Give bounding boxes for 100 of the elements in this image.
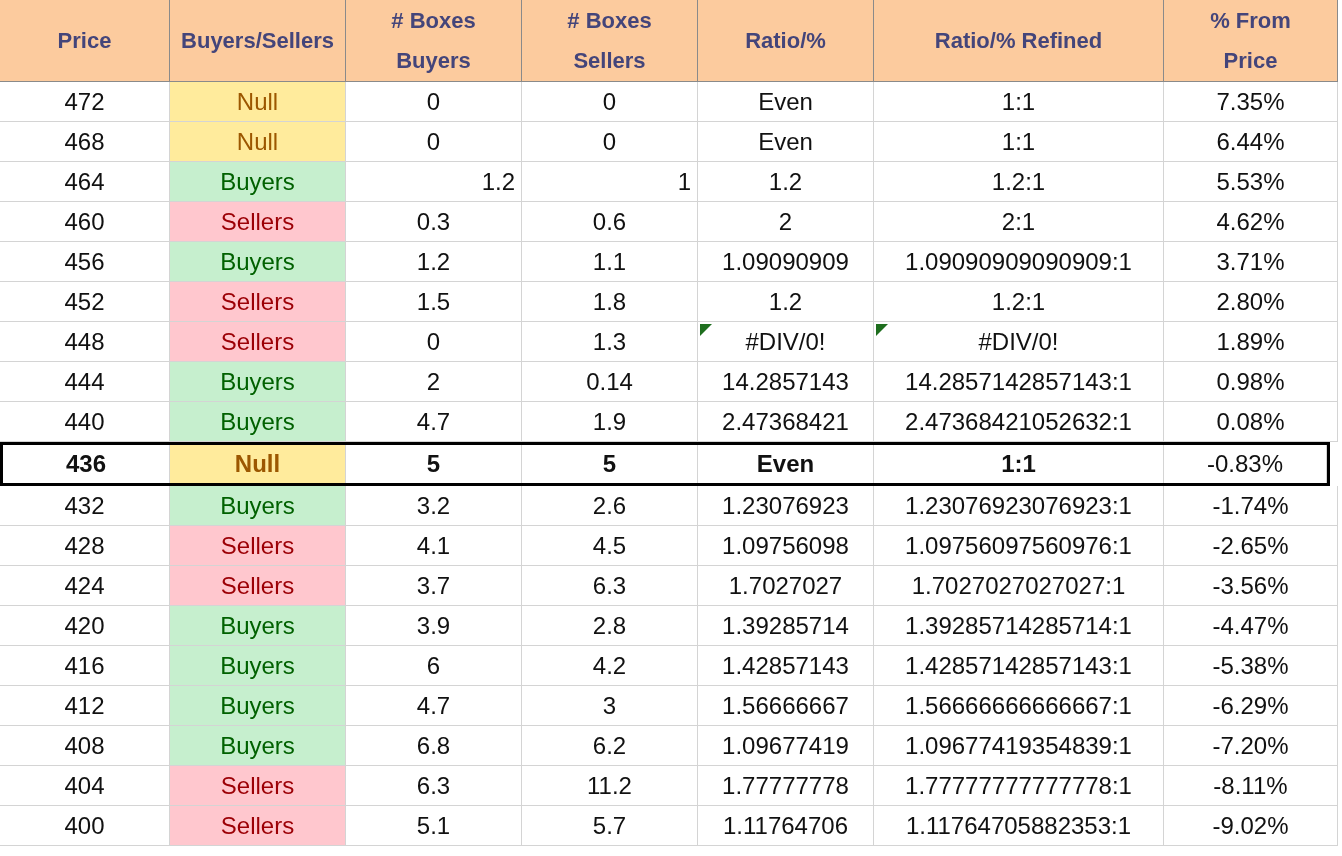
table-cell: -5.38% — [1164, 646, 1338, 686]
table-cell: -9.02% — [1164, 806, 1338, 846]
table-cell: 5 — [522, 445, 698, 483]
table-cell: 1.09677419 — [698, 726, 874, 766]
table-cell: Even — [698, 122, 874, 162]
table-cell: 5 — [346, 445, 522, 483]
table-cell: 1.77777778 — [698, 766, 874, 806]
table-cell: -7.20% — [1164, 726, 1338, 766]
status-cell: Buyers — [170, 726, 346, 766]
table-cell: 3.2 — [346, 486, 522, 526]
status-cell: Null — [170, 445, 346, 483]
table-cell: 6.44% — [1164, 122, 1338, 162]
table-cell: 1.09677419354839:1 — [874, 726, 1164, 766]
table-cell: 1.2 — [346, 242, 522, 282]
status-cell: Buyers — [170, 402, 346, 442]
table-cell: -0.83% — [1164, 445, 1327, 483]
table-cell: 4.7 — [346, 686, 522, 726]
table-cell: 3.9 — [346, 606, 522, 646]
table-cell: 5.53% — [1164, 162, 1338, 202]
table-cell: 1.2 — [698, 282, 874, 322]
table-cell: 1.42857142857143:1 — [874, 646, 1164, 686]
table-cell: 2 — [698, 202, 874, 242]
table-cell: 1:1 — [874, 122, 1164, 162]
table-cell: 2:1 — [874, 202, 1164, 242]
column-header: Ratio/% — [698, 0, 874, 82]
table-cell: 0 — [346, 82, 522, 122]
table-cell: #DIV/0! — [698, 322, 874, 362]
table-cell: 14.2857143 — [698, 362, 874, 402]
table-cell: 1.89% — [1164, 322, 1338, 362]
table-cell: 2.8 — [522, 606, 698, 646]
column-header: % From Price — [1164, 0, 1338, 82]
table-cell: 11.2 — [522, 766, 698, 806]
table-cell: 1.7027027027027:1 — [874, 566, 1164, 606]
table-cell: 1.3 — [522, 322, 698, 362]
table-cell: 1 — [522, 162, 698, 202]
table-cell: 3.71% — [1164, 242, 1338, 282]
table-cell: 1.2:1 — [874, 162, 1164, 202]
table-cell: 1.8 — [522, 282, 698, 322]
status-cell: Buyers — [170, 486, 346, 526]
table-cell: 1.09090909 — [698, 242, 874, 282]
table-cell: -6.29% — [1164, 686, 1338, 726]
column-header: # Boxes Sellers — [522, 0, 698, 82]
table-cell: 3.7 — [346, 566, 522, 606]
column-header: Ratio/% Refined — [874, 0, 1164, 82]
table-cell: 0 — [346, 122, 522, 162]
status-cell: Sellers — [170, 766, 346, 806]
status-cell: Null — [170, 82, 346, 122]
table-cell: -1.74% — [1164, 486, 1338, 526]
table-cell: 14.2857142857143:1 — [874, 362, 1164, 402]
table-cell: 6 — [346, 646, 522, 686]
table-cell: 1.39285714 — [698, 606, 874, 646]
table-cell: 0.08% — [1164, 402, 1338, 442]
table-cell: 4.2 — [522, 646, 698, 686]
table-cell: 1.42857143 — [698, 646, 874, 686]
table-cell: 1:1 — [874, 82, 1164, 122]
table-cell: 4.5 — [522, 526, 698, 566]
status-cell: Buyers — [170, 242, 346, 282]
status-cell: Buyers — [170, 646, 346, 686]
column-header: Price — [0, 0, 170, 82]
table-cell: 1.09756097560976:1 — [874, 526, 1164, 566]
table-cell: 5.1 — [346, 806, 522, 846]
table-cell: 0.6 — [522, 202, 698, 242]
table-cell: 1:1 — [874, 445, 1164, 483]
column-header: # Boxes Buyers — [346, 0, 522, 82]
status-cell: Buyers — [170, 606, 346, 646]
table-cell: 1.1 — [522, 242, 698, 282]
table-cell: 1.23076923 — [698, 486, 874, 526]
table-cell: -4.47% — [1164, 606, 1338, 646]
table-cell: 1.2 — [346, 162, 522, 202]
table-cell: 1.7027027 — [698, 566, 874, 606]
table-cell: 1.11764705882353:1 — [874, 806, 1164, 846]
status-cell: Sellers — [170, 566, 346, 606]
table-cell: 4.1 — [346, 526, 522, 566]
table-cell: 0.14 — [522, 362, 698, 402]
table-cell: 0 — [346, 322, 522, 362]
status-cell: Buyers — [170, 686, 346, 726]
table-cell: 1.56666666666667:1 — [874, 686, 1164, 726]
table-cell: 6.3 — [346, 766, 522, 806]
table-cell: 0.3 — [346, 202, 522, 242]
status-cell: Sellers — [170, 202, 346, 242]
table-cell: 1.11764706 — [698, 806, 874, 846]
table-cell: -2.65% — [1164, 526, 1338, 566]
table-cell: 1.23076923076923:1 — [874, 486, 1164, 526]
table-cell: 6.3 — [522, 566, 698, 606]
table-cell: 6.8 — [346, 726, 522, 766]
table-cell: 1.09756098 — [698, 526, 874, 566]
table-cell: Even — [698, 445, 874, 483]
column-header: Buyers/Sellers — [170, 0, 346, 82]
status-cell: Buyers — [170, 362, 346, 402]
table-cell: -8.11% — [1164, 766, 1338, 806]
table-cell: 1.56666667 — [698, 686, 874, 726]
status-cell: Sellers — [170, 806, 346, 846]
table-cell: 1.2:1 — [874, 282, 1164, 322]
table-cell: 1.9 — [522, 402, 698, 442]
table-cell: #DIV/0! — [874, 322, 1164, 362]
table-cell: -3.56% — [1164, 566, 1338, 606]
status-cell: Null — [170, 122, 346, 162]
table-cell: 6.2 — [522, 726, 698, 766]
table-cell: 4.7 — [346, 402, 522, 442]
table-cell: 2.80% — [1164, 282, 1338, 322]
